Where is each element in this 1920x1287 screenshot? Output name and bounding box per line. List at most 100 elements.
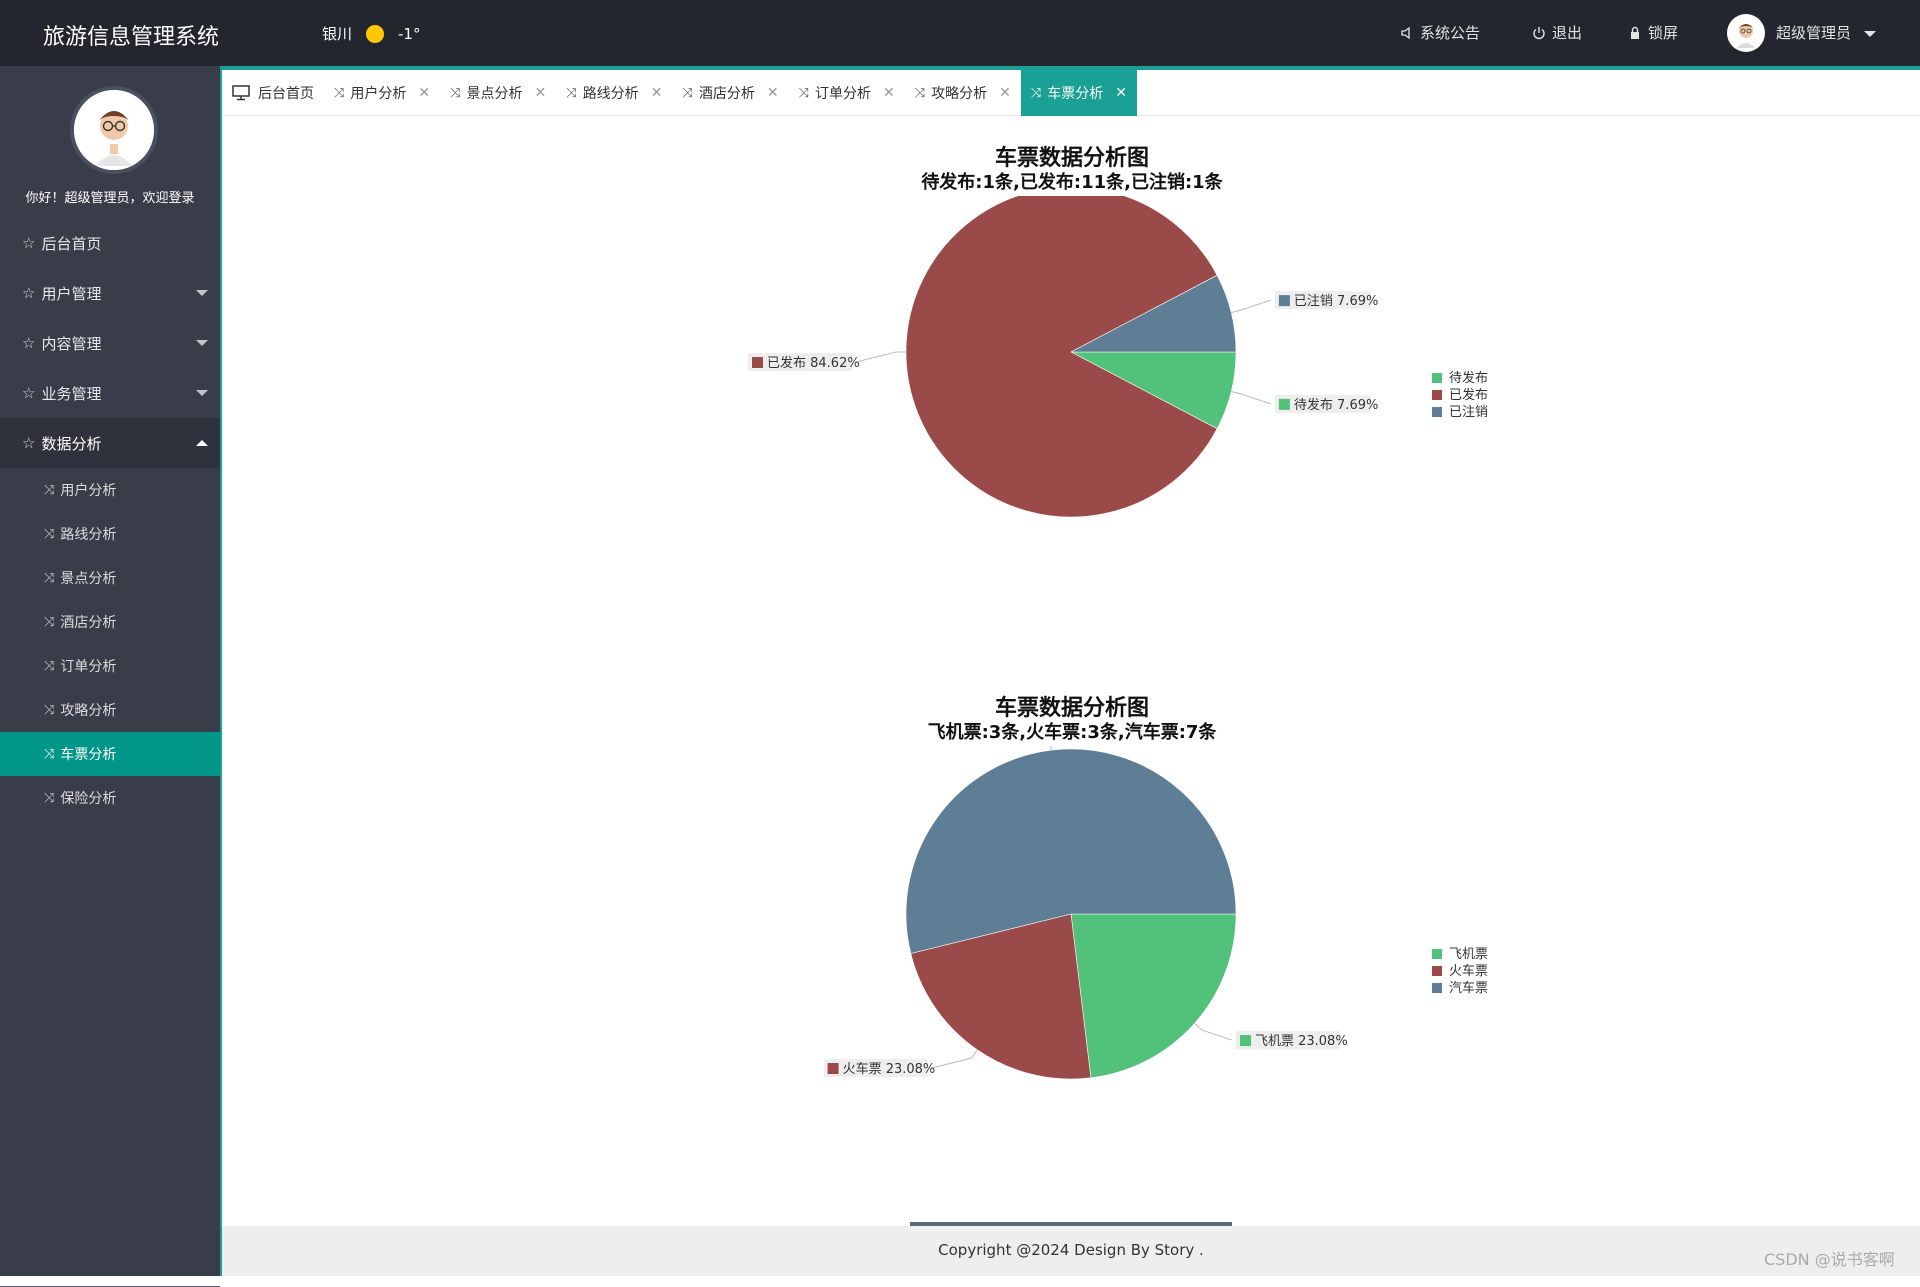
lock-label: 锁屏 — [1648, 24, 1679, 42]
sidebar-subitem-label: 用户分析 — [60, 483, 117, 499]
legend-label-0-1[interactable]: 已发布 — [1449, 387, 1488, 403]
star-icon: ☆ — [22, 384, 36, 402]
chevron-down-icon — [196, 290, 208, 296]
page-tabs: 后台首页 ⤨ 用户分析 ✕ ⤨ 景点分析 ✕ ⤨ 路线分析 ✕ ⤨ 酒店分析 ✕… — [222, 70, 1920, 116]
legend-swatch-1-1[interactable] — [1432, 966, 1442, 976]
sidebar-subitem-hotel-analysis[interactable]: ⤨ 酒店分析 — [0, 600, 220, 644]
tab-home[interactable]: 后台首页 — [222, 70, 324, 116]
weather-temp: -1° — [398, 24, 421, 43]
analysis-icon: ⤨ — [450, 85, 461, 101]
logout-button[interactable]: 退出 — [1532, 22, 1582, 43]
tab-order-analysis[interactable]: ⤨ 订单分析 ✕ — [789, 70, 905, 116]
analysis-icon: ⤨ — [798, 85, 809, 101]
user-avatar[interactable] — [1727, 14, 1765, 52]
analysis-icon: ⤨ — [44, 482, 55, 498]
sidebar-item-data-analysis[interactable]: ☆ 数据分析 — [0, 418, 220, 468]
sidebar-subitem-insurance-analysis[interactable]: ⤨ 保险分析 — [0, 776, 220, 820]
legend-swatch-0-2[interactable] — [1432, 407, 1442, 417]
lock-icon — [1631, 26, 1639, 39]
pie-data-label-0-1: 已发布 84.62% — [767, 355, 860, 371]
main-content: 车票数据分析图 待发布:1条,已发布:11条,已注销:1条 待发布 7.69% 已… — [222, 116, 1920, 1226]
pie-leader-line-1-0 — [1194, 1023, 1233, 1041]
avatar-illustration — [74, 90, 154, 170]
analysis-icon: ⤨ — [44, 658, 55, 674]
monitor-icon — [232, 85, 250, 101]
close-icon[interactable]: ✕ — [418, 85, 430, 101]
data-analysis-submenu: ⤨ 用户分析 ⤨ 路线分析 ⤨ 景点分析 ⤨ 酒店分析 ⤨ 订单分析 ⤨ 攻略分… — [0, 468, 220, 820]
weather-widget: 银川 -1° — [322, 23, 420, 44]
sidebar-item-user-management[interactable]: ☆ 用户管理 — [0, 268, 220, 318]
pie-leader-line-1-1 — [931, 1049, 978, 1069]
analysis-icon: ⤨ — [44, 702, 55, 718]
sidebar-menu: ☆ 后台首页 ☆ 用户管理 ☆ 内容管理 ☆ 业务管理 ☆ 数据分析 ⤨ 用户分… — [0, 218, 220, 820]
sidebar-subitem-label: 车票分析 — [60, 747, 117, 763]
tab-label: 攻略分析 — [931, 86, 988, 102]
tab-label: 酒店分析 — [698, 86, 755, 102]
sidebar: 你好！超级管理员，欢迎登录 ☆ 后台首页 ☆ 用户管理 ☆ 内容管理 ☆ 业务管… — [0, 66, 220, 1287]
legend-swatch-1-2[interactable] — [1432, 983, 1442, 993]
sidebar-subitem-ticket-analysis[interactable]: ⤨ 车票分析 — [0, 732, 220, 776]
sidebar-subitem-user-analysis[interactable]: ⤨ 用户分析 — [0, 468, 220, 512]
star-icon: ☆ — [22, 234, 36, 252]
sidebar-subitem-label: 酒店分析 — [60, 615, 117, 631]
profile-avatar — [70, 86, 158, 174]
tab-ticket-analysis[interactable]: ⤨ 车票分析 ✕ — [1020, 70, 1137, 116]
copyright-text: Copyright @2024 Design By Story . — [938, 1241, 1204, 1259]
pie-leader-line-1-2 — [1050, 746, 1052, 751]
user-name[interactable]: 超级管理员 — [1776, 22, 1851, 43]
sidebar-item-content-management[interactable]: ☆ 内容管理 — [0, 318, 220, 368]
tab-label: 订单分析 — [814, 86, 871, 102]
analysis-icon: ⤨ — [682, 85, 693, 101]
scroll-indicator — [910, 1222, 1232, 1226]
legend-label-1-0[interactable]: 飞机票 — [1449, 947, 1488, 962]
tab-label: 后台首页 — [258, 86, 314, 102]
close-icon[interactable]: ✕ — [999, 85, 1011, 101]
pie-slice-1-0[interactable] — [1070, 913, 1237, 1079]
tab-hotel-analysis[interactable]: ⤨ 酒店分析 ✕ — [672, 70, 788, 116]
power-icon — [1533, 26, 1545, 39]
pie-leader-line-0-1 — [855, 351, 906, 363]
close-icon[interactable]: ✕ — [535, 85, 547, 101]
tab-route-analysis[interactable]: ⤨ 路线分析 ✕ — [556, 70, 672, 116]
legend-label-1-1[interactable]: 火车票 — [1449, 963, 1488, 979]
legend-label-1-2[interactable]: 汽车票 — [1449, 980, 1488, 996]
chevron-down-icon[interactable] — [1864, 31, 1876, 37]
weather-city: 银川 — [322, 25, 353, 43]
sidebar-item-business-management[interactable]: ☆ 业务管理 — [0, 368, 220, 418]
legend-label-0-2[interactable]: 已注销 — [1449, 405, 1488, 420]
analysis-icon: ⤨ — [44, 526, 55, 542]
tab-label: 路线分析 — [582, 86, 639, 102]
pie-data-label-0-2: 已注销 7.69% — [1294, 294, 1378, 309]
analysis-icon: ⤨ — [44, 614, 55, 630]
star-icon: ☆ — [22, 334, 36, 352]
sidebar-subitem-order-analysis[interactable]: ⤨ 订单分析 — [0, 644, 220, 688]
tab-label: 车票分析 — [1047, 86, 1104, 102]
status-pie-chart: 待发布 7.69% 已发布 84.62% 已注销 7.69% 待发布已发布已注销 — [748, 196, 1488, 518]
star-icon: ☆ — [22, 434, 36, 452]
legend-label-0-0[interactable]: 待发布 — [1449, 370, 1488, 386]
tab-user-analysis[interactable]: ⤨ 用户分析 ✕ — [324, 70, 440, 116]
tab-guide-analysis[interactable]: ⤨ 攻略分析 ✕ — [905, 70, 1021, 116]
legend-swatch-0-0[interactable] — [1432, 373, 1442, 383]
sidebar-subitem-spot-analysis[interactable]: ⤨ 景点分析 — [0, 556, 220, 600]
analysis-icon: ⤨ — [334, 85, 345, 101]
sidebar-subitem-route-analysis[interactable]: ⤨ 路线分析 — [0, 512, 220, 556]
tab-spot-analysis[interactable]: ⤨ 景点分析 ✕ — [440, 70, 556, 116]
sidebar-subitem-guide-analysis[interactable]: ⤨ 攻略分析 — [0, 688, 220, 732]
close-icon[interactable]: ✕ — [883, 85, 895, 101]
close-icon[interactable]: ✕ — [651, 85, 663, 101]
lock-screen-button[interactable]: 锁屏 — [1628, 22, 1678, 43]
legend-swatch-1-0[interactable] — [1432, 949, 1442, 959]
legend-swatch-0-1[interactable] — [1432, 390, 1442, 400]
chevron-up-icon — [196, 440, 208, 446]
avatar-illustration — [1737, 24, 1755, 48]
close-icon[interactable]: ✕ — [767, 85, 779, 101]
close-icon[interactable]: ✕ — [1115, 85, 1127, 101]
pie-label-swatch-1-0 — [1239, 1035, 1251, 1047]
pie-label-swatch-1-1 — [827, 1063, 839, 1075]
sidebar-subitem-label: 订单分析 — [60, 659, 117, 675]
star-icon: ☆ — [22, 284, 36, 302]
top-header: 旅游信息管理系统 银川 -1° 系统公告 退出 锁屏 超级管理员 — [0, 0, 1920, 70]
sidebar-item-home[interactable]: ☆ 后台首页 — [0, 218, 220, 268]
notice-button[interactable]: 系统公告 — [1400, 22, 1480, 43]
